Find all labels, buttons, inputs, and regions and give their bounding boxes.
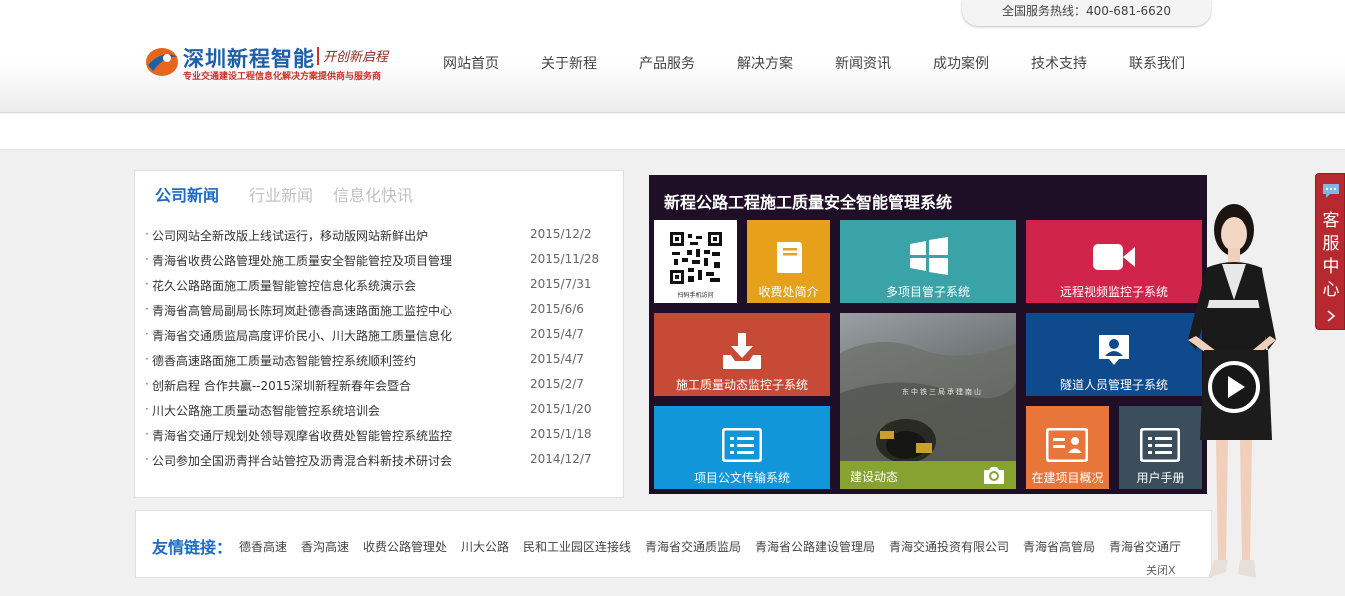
play-video-button[interactable] xyxy=(1208,361,1260,413)
friend-link[interactable]: 德香高速 xyxy=(239,538,287,555)
friend-link[interactable]: 青海交通投资有限公司 xyxy=(889,538,1009,555)
news-title[interactable]: 公司网站全新改版上线试运行，移动版网站新鲜出炉 xyxy=(152,227,428,244)
customer-service-label: 客服中心 xyxy=(1322,211,1340,300)
tile-label: 施工质量动态监控子系统 xyxy=(675,378,808,392)
friend-link[interactable]: 青海省交通厅 xyxy=(1109,538,1181,555)
nav-cases[interactable]: 成功案例 xyxy=(933,53,989,73)
tile-label: 收费处简介 xyxy=(758,285,819,299)
book-icon xyxy=(777,242,802,274)
tile-label: 在建项目概况 xyxy=(1031,471,1104,485)
list-item[interactable]: · 青海省高管局副局长陈珂岚赴德香高速路面施工监控中心 2015/6/6 xyxy=(145,299,605,324)
download-tray-icon xyxy=(723,333,761,369)
list-item[interactable]: · 公司网站全新改版上线试运行，移动版网站新鲜出炉 2015/12/2 xyxy=(145,224,605,249)
tile-construction-news[interactable]: 东中铁三局承建南山 建设动态 xyxy=(840,313,1016,489)
news-title[interactable]: 青海省交通厅规划处领导观摩省收费处智能管控系统监控 xyxy=(152,427,452,444)
tile-project-overview[interactable]: 在建项目概况 xyxy=(1026,406,1109,489)
list-item[interactable]: · 青海省交通质监局高度评价民小、川大路施工质量信息化 2015/4/7 xyxy=(145,324,605,349)
windows-icon xyxy=(910,237,948,275)
list-item[interactable]: · 创新启程 合作共赢--2015深圳新程新春年会暨合 2015/2/7 xyxy=(145,374,605,399)
news-title[interactable]: 青海省高管局副局长陈珂岚赴德香高速路面施工监控中心 xyxy=(152,302,452,319)
tab-it-flash[interactable]: 信息化快讯 xyxy=(333,182,413,206)
friend-links-bar: 友情链接： 德香高速 香沟高速 收费公路管理处 川大公路 民和工业园区连接线 青… xyxy=(135,510,1212,578)
news-title[interactable]: 青海省交通质监局高度评价民小、川大路施工质量信息化 xyxy=(152,327,452,344)
list-icon xyxy=(722,428,762,462)
systems-panel: 新程公路工程施工质量安全智能管理系统 扫码手机访问 收费处简介 多项目管子系统 … xyxy=(649,175,1207,494)
manual-list-icon xyxy=(1140,428,1180,462)
id-badge-icon xyxy=(1099,335,1129,365)
tile-label: 项目公文传输系统 xyxy=(693,471,790,485)
news-date: 2015/7/31 xyxy=(530,277,592,291)
friend-link[interactable]: 民和工业园区连接线 xyxy=(523,538,631,555)
nav-solutions[interactable]: 解决方案 xyxy=(737,53,793,73)
friend-link[interactable]: 青海省高管局 xyxy=(1023,538,1095,555)
news-list: · 公司网站全新改版上线试运行，移动版网站新鲜出炉 2015/12/2 · 青海省收费… xyxy=(145,224,605,474)
tile-multi-project[interactable]: 多项目管子系统 xyxy=(840,220,1016,303)
friend-link[interactable]: 香沟高速 xyxy=(301,538,349,555)
list-item[interactable]: · 青海省交通厅规划处领导观摩省收费处智能管控系统监控 2015/1/18 xyxy=(145,424,605,449)
news-date: 2015/6/6 xyxy=(530,302,584,316)
tile-quality-monitor[interactable]: 施工质量动态监控子系统 xyxy=(654,313,830,396)
news-title[interactable]: 创新启程 合作共赢--2015深圳新程新春年会暨合 xyxy=(152,377,411,394)
list-item[interactable]: · 川大公路施工质量动态智能管控系统培训会 2015/1/20 xyxy=(145,399,605,424)
chat-bubble-icon xyxy=(1323,184,1339,198)
news-date: 2015/1/20 xyxy=(530,402,592,416)
news-title[interactable]: 花久公路路面施工质量智能管控信息化系统演示会 xyxy=(152,277,416,294)
news-date: 2015/4/7 xyxy=(530,327,584,341)
tab-industry-news[interactable]: 行业新闻 xyxy=(249,182,313,206)
main-nav: 网站首页 关于新程 产品服务 解决方案 新闻资讯 成功案例 技术支持 联系我们 xyxy=(0,53,1345,75)
chevron-icon xyxy=(1327,310,1336,322)
customer-service-tab[interactable]: 客服中心 xyxy=(1315,173,1345,330)
play-icon xyxy=(1228,376,1245,398)
tile-label: 多项目管子系统 xyxy=(885,285,970,299)
nav-products[interactable]: 产品服务 xyxy=(639,53,695,73)
news-title[interactable]: 德香高速路面施工质量动态智能管控系统顺利签约 xyxy=(152,352,416,369)
tile-document-transfer[interactable]: 项目公文传输系统 xyxy=(654,406,830,489)
nav-contact[interactable]: 联系我们 xyxy=(1129,53,1185,73)
nav-news[interactable]: 新闻资讯 xyxy=(835,53,891,73)
news-date: 2015/11/28 xyxy=(530,252,600,266)
friend-link[interactable]: 青海省交通质监局 xyxy=(645,538,741,555)
header-stripe xyxy=(0,114,1345,150)
list-item[interactable]: · 公司参加全国沥青拌合站管控及沥青混合料新技术研讨会 2014/12/7 xyxy=(145,449,605,474)
systems-title: 新程公路工程施工质量安全智能管理系统 xyxy=(664,193,953,212)
tile-toll-office[interactable]: 收费处简介 xyxy=(747,220,830,303)
tab-company-news[interactable]: 公司新闻 xyxy=(155,182,219,206)
news-date: 2015/2/7 xyxy=(530,377,584,391)
friend-link[interactable]: 川大公路 xyxy=(461,538,509,555)
qr-code-icon xyxy=(670,232,722,284)
qr-caption: 扫码手机访问 xyxy=(677,292,714,299)
news-panel: 公司新闻 行业新闻 信息化快讯 · 公司网站全新改版上线试运行，移动版网站新鲜出炉… xyxy=(134,170,624,498)
photo-caption: 东中铁三局承建南山 xyxy=(902,388,983,396)
qr-code-tile: 扫码手机访问 xyxy=(654,220,737,303)
list-item[interactable]: · 花久公路路面施工质量智能管控信息化系统演示会 2015/7/31 xyxy=(145,274,605,299)
camera-icon xyxy=(984,467,1004,484)
nav-home[interactable]: 网站首页 xyxy=(443,53,499,73)
hotline-tab: 全国服务热线：400-681-6620 xyxy=(962,0,1211,26)
tile-label: 建设动态 xyxy=(850,470,899,484)
news-title[interactable]: 川大公路施工质量动态智能管控系统培训会 xyxy=(152,402,380,419)
list-item[interactable]: · 德香高速路面施工质量动态智能管控系统顺利签约 2015/4/7 xyxy=(145,349,605,374)
news-date: 2015/4/7 xyxy=(530,352,584,366)
profile-card-icon xyxy=(1046,428,1088,462)
friend-link[interactable]: 收费公路管理处 xyxy=(363,538,447,555)
news-date: 2015/12/2 xyxy=(530,227,592,241)
nav-about[interactable]: 关于新程 xyxy=(541,53,597,73)
site-header: 全国服务热线：400-681-6620 深圳新程智能 开创新启程 专业交通建设工… xyxy=(0,0,1345,113)
construction-bar: 建设动态 xyxy=(840,461,1016,489)
friend-link[interactable]: 青海省公路建设管理局 xyxy=(755,538,875,555)
news-date: 2014/12/7 xyxy=(530,452,592,466)
news-date: 2015/1/18 xyxy=(530,427,592,441)
news-title[interactable]: 公司参加全国沥青拌合站管控及沥青混合料新技术研讨会 xyxy=(152,452,452,469)
nav-support[interactable]: 技术支持 xyxy=(1031,53,1087,73)
close-links-button[interactable]: 关闭X xyxy=(1146,562,1176,578)
friend-links-title: 友情链接： xyxy=(152,538,233,557)
news-title[interactable]: 青海省收费公路管理处施工质量安全智能管控及项目管理 xyxy=(152,252,452,269)
video-camera-icon xyxy=(1093,244,1135,270)
list-item[interactable]: · 青海省收费公路管理处施工质量安全智能管控及项目管理 2015/11/28 xyxy=(145,249,605,274)
